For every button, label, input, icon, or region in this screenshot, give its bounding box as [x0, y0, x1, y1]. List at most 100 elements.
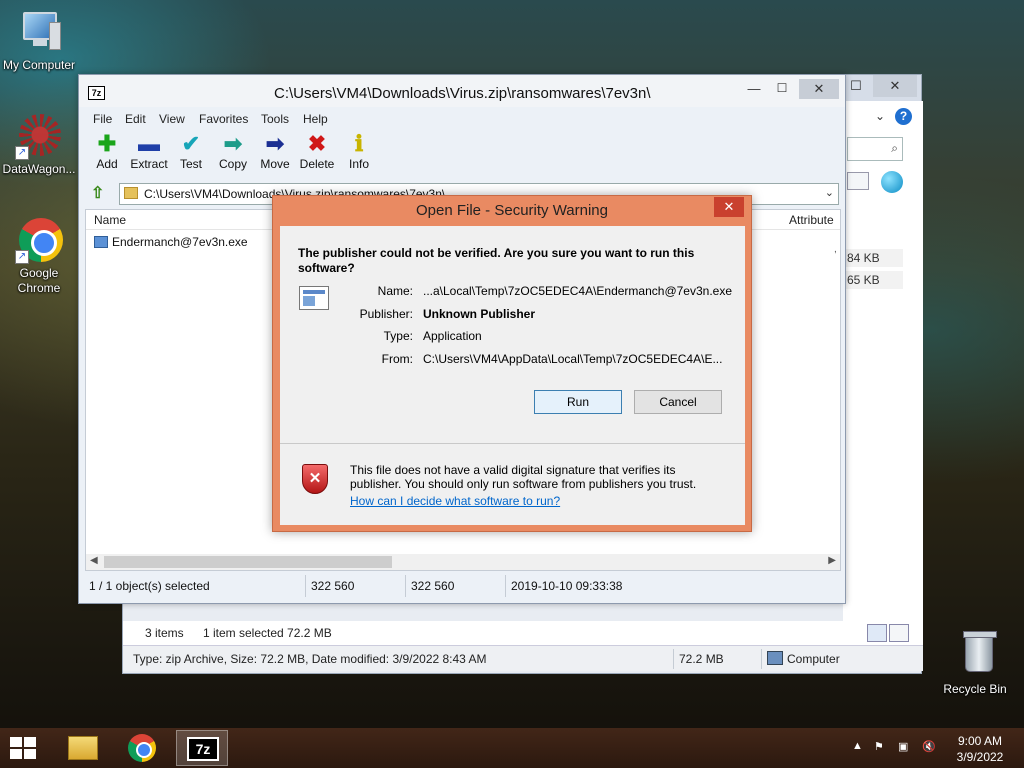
- exe-file-icon: [94, 236, 108, 248]
- publisher-value: Unknown Publisher: [423, 307, 536, 321]
- location-label: Computer: [787, 652, 840, 666]
- status-bar: 1 / 1 object(s) selected 322 560 322 560…: [85, 575, 841, 597]
- help-icon[interactable]: ?: [895, 108, 912, 125]
- check-icon: ✔: [181, 131, 201, 156]
- file-size: 72.2 MB: [679, 652, 724, 666]
- network-icon[interactable]: ▣: [898, 740, 908, 753]
- chrome-icon: ↗: [15, 216, 63, 264]
- list-item[interactable]: Endermanch@7ev3n.exe: [86, 234, 286, 252]
- selection-info: 1 item selected 72.2 MB: [203, 626, 332, 640]
- volume-muted-icon[interactable]: 🔇: [922, 740, 936, 753]
- datawagon-icon: ↗: [15, 112, 63, 160]
- folder-icon: [68, 736, 98, 760]
- horizontal-scrollbar[interactable]: ◀ ▶: [86, 554, 840, 570]
- cancel-button[interactable]: Cancel: [634, 390, 722, 414]
- column-name[interactable]: Name: [94, 213, 126, 227]
- taskbar-file-explorer[interactable]: [56, 730, 108, 766]
- recycle-bin-icon: [951, 631, 999, 680]
- scroll-right-icon[interactable]: ▶: [828, 555, 836, 566]
- menu-file[interactable]: File: [93, 112, 112, 126]
- desktop-icon-label: DataWagon...: [2, 162, 76, 176]
- publisher-label: Publisher:: [359, 307, 413, 321]
- taskbar-7zip[interactable]: 7z: [176, 730, 228, 766]
- test-label: Test: [179, 157, 202, 171]
- shield-warning-icon: ✕: [302, 464, 328, 496]
- desktop-icon-recycle-bin[interactable]: Recycle Bin: [936, 631, 1014, 697]
- search-icon: ⌕: [891, 141, 898, 155]
- info-label: Info: [348, 157, 369, 171]
- 7zip-icon: 7z: [187, 737, 219, 761]
- show-hidden-icons-icon[interactable]: ▲: [852, 740, 863, 752]
- warning-text: This file does not have a valid digital …: [350, 463, 697, 491]
- type-value: Application: [423, 329, 482, 343]
- minus-icon: ▬: [138, 131, 160, 156]
- maximize-button[interactable]: ☐: [772, 81, 792, 95]
- desktop-icon-google-chrome[interactable]: ↗ Google Chrome: [0, 216, 78, 296]
- desktop-icon-my-computer[interactable]: My Computer: [0, 8, 78, 73]
- clock[interactable]: 9:00 AM 3/9/2022: [944, 733, 1016, 765]
- action-center-flag-icon[interactable]: ⚑: [874, 740, 884, 753]
- menu-favorites[interactable]: Favorites: [199, 112, 248, 126]
- move-button[interactable]: ➡ Move: [253, 131, 297, 172]
- delete-button[interactable]: ✖ Delete: [295, 133, 339, 172]
- info-button[interactable]: ℹ Info: [337, 133, 381, 172]
- menu-view[interactable]: View: [159, 112, 185, 126]
- name-label: Name:: [377, 284, 413, 298]
- menu-help[interactable]: Help: [303, 112, 328, 126]
- attribute-value: ,: [834, 244, 837, 255]
- globe-icon[interactable]: [881, 171, 903, 193]
- details-view-button[interactable]: [867, 624, 887, 642]
- size-status: 322 560: [311, 579, 355, 593]
- menu-tools[interactable]: Tools: [261, 112, 289, 126]
- plus-icon: ✚: [97, 131, 117, 156]
- large-icons-view-button[interactable]: [889, 624, 909, 642]
- menu-edit[interactable]: Edit: [125, 112, 146, 126]
- packed-size-status: 322 560: [411, 579, 455, 593]
- minimize-button[interactable]: —: [744, 81, 764, 96]
- menu-bar: File Edit View Favorites Tools Help: [85, 109, 841, 129]
- items-count: 3 items: [145, 626, 184, 640]
- desktop-icon-label: Google Chrome: [17, 266, 61, 295]
- close-button[interactable]: ✕: [799, 79, 839, 99]
- chrome-icon: [128, 734, 156, 762]
- window-title: C:\Users\VM4\Downloads\Virus.zip\ransomw…: [274, 85, 651, 102]
- dialog-question: The publisher could not be verified. Are…: [298, 246, 695, 275]
- arrow-right-icon: ➡: [265, 131, 285, 156]
- test-button[interactable]: ✔ Test: [169, 131, 213, 172]
- 7zip-titlebar[interactable]: 7z C:\Users\VM4\Downloads\Virus.zip\rans…: [79, 75, 845, 107]
- desktop-icon-label: Recycle Bin: [943, 682, 1007, 696]
- run-button[interactable]: Run: [534, 390, 622, 414]
- explorer-details-bar: Type: zip Archive, Size: 72.2 MB, Date m…: [123, 645, 923, 671]
- security-warning-dialog[interactable]: Open File - Security Warning ✕ The publi…: [272, 195, 752, 532]
- dialog-title: Open File - Security Warning: [415, 202, 608, 219]
- view-options-icon[interactable]: [847, 172, 869, 190]
- taskbar-chrome[interactable]: [116, 730, 168, 766]
- modified-status: 2019-10-10 09:33:38: [511, 579, 623, 593]
- scrollbar-thumb[interactable]: [104, 556, 392, 568]
- delete-label: Delete: [299, 157, 335, 171]
- file-name: Endermanch@7ev3n.exe: [112, 235, 248, 249]
- extract-label: Extract: [130, 157, 168, 171]
- dialog-close-button[interactable]: ✕: [714, 197, 744, 217]
- up-folder-icon[interactable]: ⇧: [91, 185, 109, 203]
- start-button[interactable]: [10, 737, 38, 761]
- name-value: ...a\Local\Temp\7zOC5EDEC4A\Endermanch@7…: [423, 284, 733, 298]
- copy-button[interactable]: ➡ Copy: [211, 131, 255, 172]
- desktop-icon-datawagon[interactable]: ↗ DataWagon...: [0, 112, 78, 177]
- from-value: C:\Users\VM4\AppData\Local\Temp\7zOC5EDE…: [423, 352, 723, 366]
- explorer-search-input[interactable]: ⌕: [847, 137, 903, 161]
- double-arrow-icon: ➡: [223, 131, 243, 156]
- chevron-down-icon[interactable]: ⌄: [875, 109, 885, 123]
- explorer-status-bar: 3 items 1 item selected 72.2 MB: [123, 621, 923, 645]
- help-link[interactable]: How can I decide what software to run?: [350, 494, 560, 508]
- divider: [280, 443, 745, 444]
- extract-button[interactable]: ▬ Extract: [127, 131, 171, 172]
- explorer-close-button[interactable]: ✕: [873, 75, 917, 97]
- clock-time: 9:00 AM: [957, 734, 1003, 748]
- scroll-left-icon[interactable]: ◀: [90, 555, 98, 566]
- taskbar: 7z ▲ ⚑ ▣ 🔇 9:00 AM 3/9/2022: [0, 728, 1024, 768]
- add-button[interactable]: ✚ Add: [85, 131, 129, 172]
- from-label: From:: [381, 352, 413, 366]
- column-attributes[interactable]: Attribute: [789, 213, 834, 227]
- chevron-down-icon[interactable]: ⌄: [825, 186, 834, 199]
